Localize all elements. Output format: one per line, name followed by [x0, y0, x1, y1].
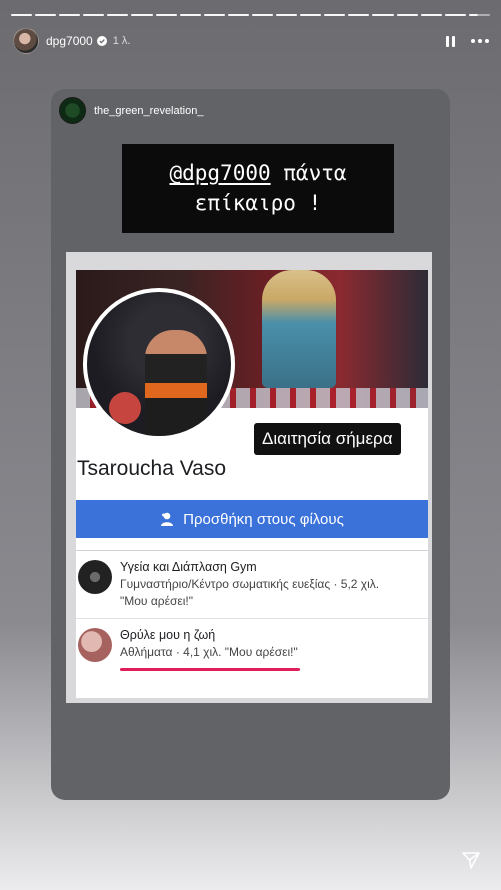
page-category: Αθλήματα · 4,1 χιλ. "Μου αρέσει!" [120, 645, 298, 659]
referee-figure [145, 330, 207, 436]
story-username[interactable]: dpg7000 [46, 34, 93, 48]
shared-avatar[interactable] [59, 97, 86, 124]
caption-banner: @dpg7000 πάντα επίκαιρο ! [122, 144, 394, 233]
shared-post-card[interactable]: the_green_revelation_ @dpg7000 πάντα επί… [51, 89, 450, 800]
more-icon[interactable] [471, 39, 489, 43]
progress-segment [131, 14, 153, 16]
red-underline [120, 668, 300, 671]
page-avatar [78, 628, 112, 662]
mention-link[interactable]: @dpg7000 [169, 161, 270, 185]
pause-icon[interactable] [446, 35, 455, 47]
progress-segment [251, 14, 274, 16]
shared-username[interactable]: the_green_revelation_ [94, 105, 203, 117]
page-likes: "Μου αρέσει!" [120, 594, 193, 608]
story-time: 1 λ. [112, 35, 131, 47]
progress-segment [83, 14, 105, 16]
progress-segment [444, 14, 466, 16]
progress-segment [324, 14, 346, 16]
list-item: Θρύλε μου η ζωή Αθλήματα · 4,1 χιλ. "Μου… [76, 620, 428, 686]
story-header: dpg7000 1 λ. [13, 28, 489, 54]
progress-segment [227, 14, 249, 16]
shared-post-header[interactable]: the_green_revelation_ [59, 97, 203, 124]
banner-text-1: πάντα [270, 161, 347, 185]
page-title: Υγεία και Διάπλαση Gym [120, 560, 257, 574]
progress-segment [348, 14, 370, 16]
story-progress [11, 14, 490, 16]
progress-segment [59, 14, 81, 16]
divider [76, 618, 428, 619]
progress-segment [420, 14, 442, 16]
avatar[interactable] [13, 28, 39, 54]
list-item: Υγεία και Διάπλαση Gym Γυμναστήριο/Κέντρ… [76, 552, 428, 618]
progress-segment [276, 14, 298, 16]
add-friend-icon [161, 512, 174, 526]
progress-segment [11, 14, 33, 16]
cover-player-image [262, 270, 336, 388]
page-avatar [78, 560, 112, 594]
facebook-screenshot: Διαιτησία σήμερα Tsaroucha Vaso Προσθήκη… [66, 252, 432, 703]
add-friend-button: Προσθήκη στους φίλους [76, 500, 428, 538]
progress-segment [468, 14, 490, 16]
divider [76, 550, 428, 551]
profile-name: Tsaroucha Vaso [77, 457, 227, 480]
progress-segment [179, 14, 201, 16]
progress-segment [35, 14, 57, 16]
send-icon[interactable] [461, 850, 481, 870]
profile-picture [83, 288, 235, 440]
basketball-image [109, 392, 141, 424]
page-category: Γυμναστήριο/Κέντρο σωματικής ευεξίας · 5… [120, 577, 380, 591]
facebook-profile: Διαιτησία σήμερα Tsaroucha Vaso Προσθήκη… [76, 270, 428, 698]
add-friend-label: Προσθήκη στους φίλους [183, 510, 344, 528]
progress-segment [396, 14, 418, 16]
progress-segment [155, 14, 177, 16]
progress-segment [372, 14, 394, 16]
progress-segment [203, 14, 225, 16]
progress-segment [107, 14, 129, 16]
progress-segment [300, 14, 322, 16]
banner-text-2: επίκαιρο ! [194, 191, 322, 215]
verified-icon [96, 36, 107, 46]
text-sticker: Διαιτησία σήμερα [254, 423, 401, 455]
page-title: Θρύλε μου η ζωή [120, 628, 216, 642]
